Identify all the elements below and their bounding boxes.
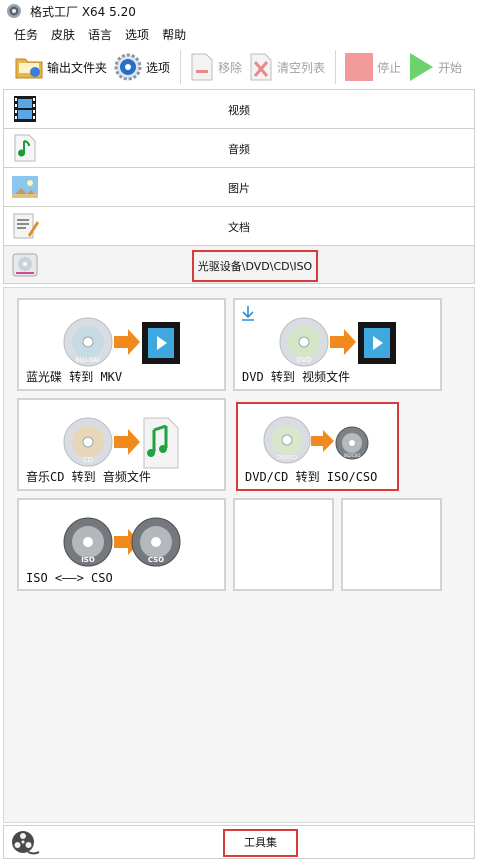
category-audio[interactable]: 音频 — [3, 128, 475, 167]
app-logo-icon — [7, 4, 21, 18]
bluray-to-video-icon: BLU-RAY — [63, 317, 180, 367]
tool-label: DVD/CD 转到 ISO/CSO — [245, 470, 378, 484]
tool-cd-to-audio[interactable]: CD 音乐CD 转到 音频文件 — [17, 398, 226, 491]
tile-art: DVD/CD ISO/CSO — [238, 412, 397, 470]
toolbar-separator — [180, 50, 182, 84]
disc-text: BLU-RAY — [75, 357, 100, 364]
play-icon — [410, 53, 434, 81]
tool-iso-cso[interactable]: ISO CSO ISO <——> CSO — [17, 498, 226, 591]
tile-art: ISO CSO — [19, 512, 224, 574]
remove-label: 移除 — [218, 60, 243, 75]
tool-label: 音乐CD 转到 音频文件 — [26, 470, 151, 484]
disc-text: CD — [82, 456, 92, 464]
disc-text: ISO — [81, 556, 95, 564]
start-label: 开始 — [438, 60, 463, 75]
toolset-bar[interactable]: 工具集 — [3, 825, 475, 859]
toolbar-separator — [335, 50, 337, 84]
category-document-label: 文档 — [228, 221, 250, 234]
toolbar: 输出文件夹 选项 移除 清空列表 停止 开始 — [0, 46, 478, 88]
toolset-label: 工具集 — [223, 829, 298, 857]
output-folder-label: 输出文件夹 — [47, 60, 108, 75]
disc-text-2: CSO — [147, 556, 163, 564]
start-button[interactable]: 开始 — [407, 49, 462, 85]
clear-list-label: 清空列表 — [277, 60, 326, 75]
empty-tile — [341, 498, 442, 591]
tile-art: CD — [19, 412, 224, 474]
menu-options[interactable]: 选项 — [125, 26, 149, 43]
empty-tile — [233, 498, 334, 591]
disc-text-2: ISO/CSO — [343, 453, 360, 458]
tile-art: BLU-RAY — [19, 312, 224, 374]
category-audio-label: 音频 — [228, 143, 250, 156]
output-folder-button[interactable]: 输出文件夹 — [14, 49, 107, 85]
dvdcd-to-iso-icon: DVD/CD ISO/CSO — [263, 416, 368, 464]
category-disc-device[interactable]: 光驱设备\DVD\CD\ISO — [3, 245, 475, 284]
tool-label: 蓝光碟 转到 MKV — [26, 370, 123, 384]
category-video-label: 视频 — [228, 104, 250, 117]
menu-help[interactable]: 帮助 — [162, 26, 186, 43]
stop-label: 停止 — [377, 60, 402, 75]
stop-button[interactable]: 停止 — [344, 49, 401, 85]
options-label: 选项 — [146, 60, 171, 75]
gear-icon — [114, 53, 142, 81]
tool-label: DVD 转到 视频文件 — [242, 370, 351, 384]
menu-skin[interactable]: 皮肤 — [51, 26, 75, 43]
category-disc-device-label: 光驱设备\DVD\CD\ISO — [192, 250, 318, 282]
remove-document-icon — [191, 53, 213, 81]
title-bar: 格式工厂 X64 5.20 — [0, 0, 478, 22]
clear-list-icon — [250, 53, 272, 81]
category-document[interactable]: 文档 — [3, 206, 475, 245]
category-picture[interactable]: 图片 — [3, 167, 475, 206]
tool-dvd-to-video[interactable]: DVD DVD 转到 视频文件 — [233, 298, 442, 391]
film-reel-icon — [12, 831, 40, 855]
tile-art: DVD — [235, 312, 440, 374]
disc-text: DVD — [296, 356, 311, 364]
menu-task[interactable]: 任务 — [14, 26, 38, 43]
menu-bar: 任务 皮肤 语言 选项 帮助 — [0, 24, 478, 44]
tool-dvdcd-to-iso[interactable]: DVD/CD ISO/CSO DVD/CD 转到 ISO/CSO — [236, 402, 399, 491]
options-button[interactable]: 选项 — [113, 49, 170, 85]
tools-panel: BLU-RAY 蓝光碟 转到 MKV DVD DVD 转到 视频文件 CD 音乐… — [3, 287, 475, 823]
remove-button[interactable]: 移除 — [189, 49, 242, 85]
folder-icon — [15, 58, 43, 79]
cd-to-audio-icon: CD — [63, 417, 178, 469]
menu-language[interactable]: 语言 — [88, 26, 112, 43]
category-video[interactable]: 视频 — [3, 89, 475, 128]
tool-label: ISO <——> CSO — [26, 571, 113, 585]
disc-text: DVD/CD — [276, 455, 296, 461]
window-title: 格式工厂 X64 5.20 — [30, 4, 136, 19]
stop-icon — [345, 53, 374, 81]
disc-drive-icon — [12, 253, 38, 277]
iso-cso-icon: ISO CSO — [63, 517, 180, 567]
clear-list-button[interactable]: 清空列表 — [248, 49, 325, 85]
category-list: 视频 音频 图片 文档 光驱设备\DVD\CD\ISO — [3, 89, 475, 284]
category-picture-label: 图片 — [228, 182, 250, 195]
dvd-to-video-icon: DVD — [279, 317, 396, 367]
tool-bluray-to-mkv[interactable]: BLU-RAY 蓝光碟 转到 MKV — [17, 298, 226, 391]
